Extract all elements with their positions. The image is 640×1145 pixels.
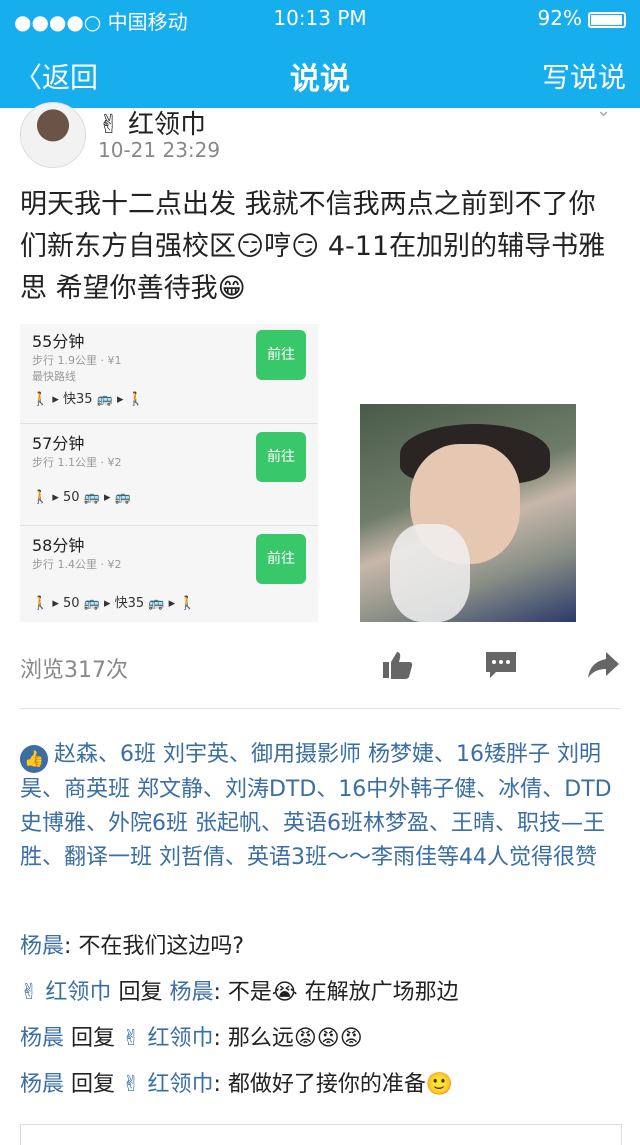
route-duration: 55分钟 — [32, 332, 85, 351]
comment: 杨晨 回复 ✌ 红领巾: 都做好了接你的准备🙂 — [20, 1066, 620, 1098]
post-author[interactable]: ✌ 红领巾 — [98, 104, 206, 141]
comment-author[interactable]: 杨晨 — [20, 1026, 64, 1051]
post-time: 10-21 23:29 — [98, 138, 221, 162]
like-icon[interactable] — [380, 650, 414, 680]
reply-label: 回复 — [118, 980, 163, 1005]
divider — [20, 708, 620, 709]
comment-author[interactable]: 杨晨 — [20, 1072, 64, 1097]
likes-summary[interactable]: 等44人觉得很赞 — [437, 845, 597, 870]
go-button: 前往 — [256, 534, 306, 584]
avatar[interactable] — [20, 102, 86, 168]
route-duration: 58分钟 — [32, 536, 85, 555]
write-post-button[interactable]: 写说说 — [542, 56, 626, 96]
reply-target[interactable]: 杨晨 — [169, 980, 213, 1005]
route-option: 58分钟 步行 1.4公里 · ¥2 🚶 ▸ 50 🚌 ▸ 快35 🚌 ▸ 🚶 … — [20, 528, 318, 622]
comment-text: : 那么远😡😡😡 — [213, 1026, 363, 1051]
go-button: 前往 — [256, 432, 306, 482]
route-line: 🚶 ▸ 50 🚌 ▸ 快35 🚌 ▸ 🚶 — [32, 596, 196, 611]
comment-author[interactable]: ✌ 红领巾 — [20, 980, 111, 1005]
route-detail: 步行 1.9公里 · ¥1 — [32, 354, 122, 367]
comment-icon[interactable] — [484, 650, 518, 680]
share-icon[interactable] — [586, 650, 620, 680]
post-text: 明天我十二点出发 我就不信我两点之前到不了你们新东方自强校区😏哼😏 4-11在加… — [20, 189, 606, 304]
route-duration: 57分钟 — [32, 434, 85, 453]
portrait-image[interactable] — [360, 404, 576, 622]
app-header: ●●●●○ 中国移动 10:13 PM 92% 〈返回 说说 写说说 — [0, 0, 640, 108]
comment-text: : 不是😭 在解放广场那边 — [213, 980, 459, 1005]
status-bar: ●●●●○ 中国移动 10:13 PM 92% — [0, 0, 640, 36]
route-option: 57分钟 步行 1.1公里 · ¥2 🚶 ▸ 50 🚌 ▸ 🚌 前往 — [20, 426, 318, 526]
route-detail: 步行 1.1公里 · ¥2 — [32, 456, 122, 469]
comment-input-box[interactable] — [20, 1124, 622, 1145]
comment-author[interactable]: 杨晨 — [20, 934, 64, 959]
map-route-image[interactable]: 55分钟 步行 1.9公里 · ¥1 最快路线 🚶 ▸ 快35 🚌 ▸ 🚶 前往… — [20, 324, 318, 622]
comment: 杨晨 回复 ✌ 红领巾: 那么远😡😡😡 — [20, 1020, 620, 1052]
reply-label: 回复 — [71, 1026, 116, 1051]
battery-icon — [588, 12, 626, 28]
route-tag: 最快路线 — [32, 370, 76, 383]
comment: 杨晨: 不在我们这边吗? — [20, 928, 620, 960]
comment-text: : 不在我们这边吗? — [64, 934, 245, 959]
likes-list: 👍 赵森、6班 刘宇英、御用摄影师 杨梦婕、16矮胖子 刘明昊、商英班 郑文静、刘… — [20, 738, 620, 875]
battery-status: 92% — [538, 6, 626, 30]
thumbs-up-icon: 👍 — [20, 745, 48, 773]
route-line: 🚶 ▸ 快35 🚌 ▸ 🚶 — [32, 392, 144, 407]
route-line: 🚶 ▸ 50 🚌 ▸ 🚌 — [32, 490, 131, 505]
reply-target[interactable]: ✌ 红领巾 — [122, 1026, 213, 1051]
chevron-down-icon[interactable]: ⌄ — [596, 100, 611, 121]
reply-label: 回复 — [71, 1072, 116, 1097]
battery-percent: 92% — [537, 6, 582, 30]
nav-bar: 〈返回 说说 写说说 — [0, 40, 640, 104]
route-option: 55分钟 步行 1.9公里 · ¥1 最快路线 🚶 ▸ 快35 🚌 ▸ 🚶 前往 — [20, 324, 318, 424]
reply-target[interactable]: ✌ 红领巾 — [122, 1072, 213, 1097]
go-button: 前往 — [256, 330, 306, 380]
comment: ✌ 红领巾 回复 杨晨: 不是😭 在解放广场那边 — [20, 974, 620, 1006]
view-count: 浏览317次 — [20, 658, 128, 683]
comment-text: : 都做好了接你的准备🙂 — [213, 1072, 454, 1097]
route-detail: 步行 1.4公里 · ¥2 — [32, 558, 122, 571]
